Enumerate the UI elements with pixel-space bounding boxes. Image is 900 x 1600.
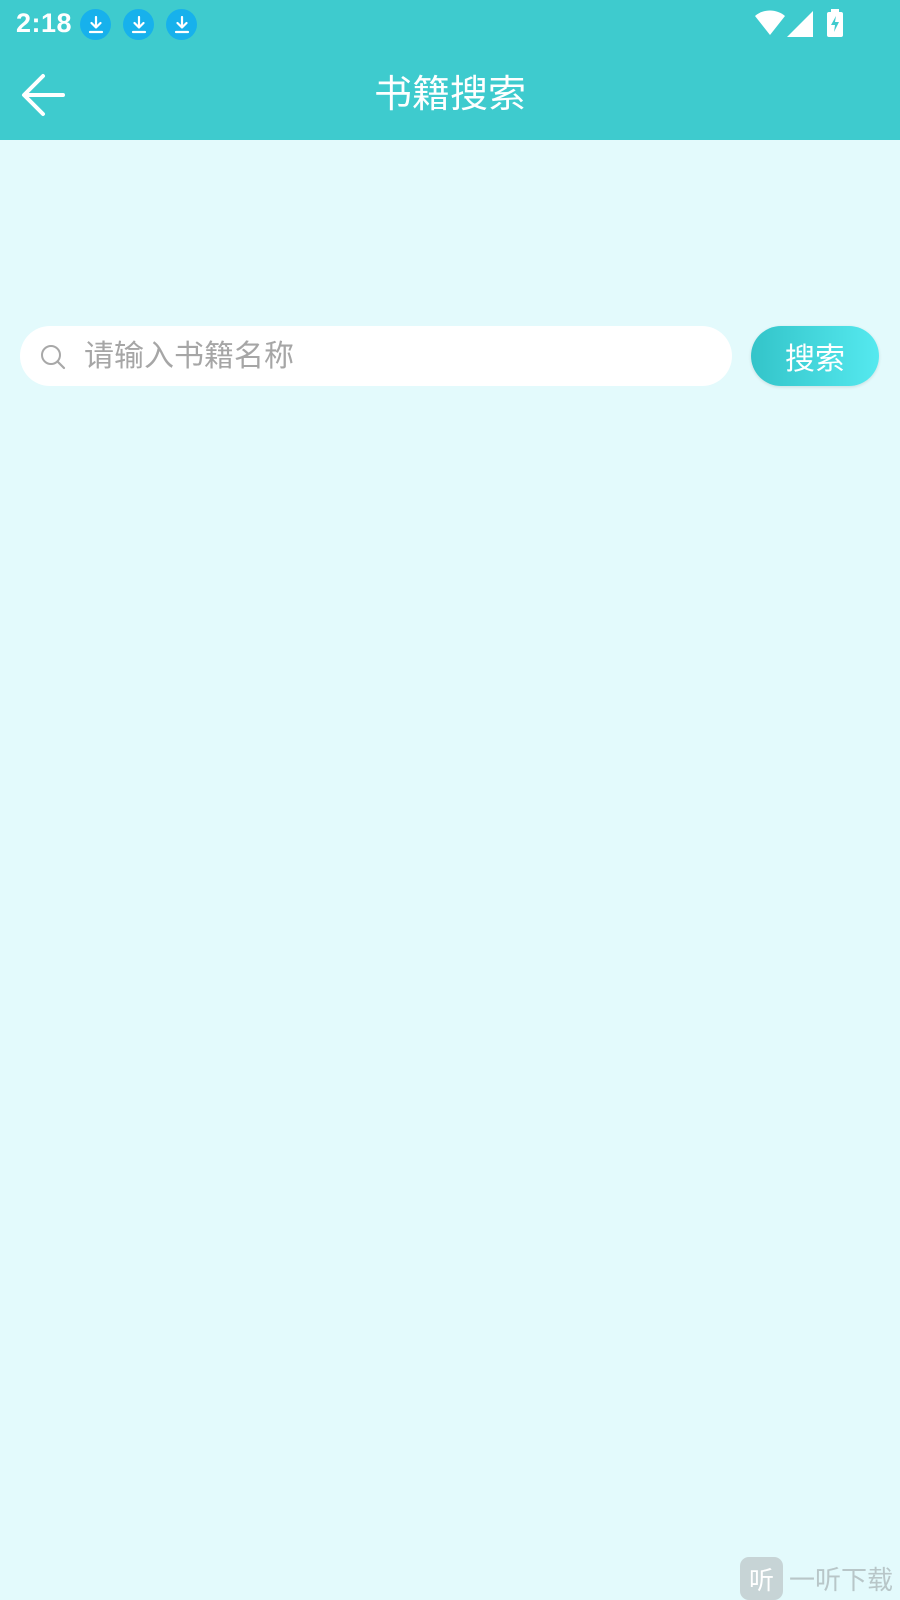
- wifi-icon: [755, 10, 785, 40]
- search-button[interactable]: 搜索: [751, 326, 879, 386]
- watermark: 听 一听下载: [740, 1557, 900, 1600]
- page-title: 书籍搜索: [373, 72, 526, 116]
- search-input[interactable]: [84, 326, 714, 386]
- cell-signal-icon: [787, 11, 813, 41]
- battery-charging-icon: [826, 9, 844, 41]
- download-notification-icon: [123, 9, 154, 40]
- book-search-screen: 2:18 书籍搜索 搜: [0, 0, 900, 1600]
- search-box[interactable]: [20, 326, 732, 386]
- search-icon: [39, 343, 67, 375]
- download-notification-icon: [80, 9, 111, 40]
- status-bar: 2:18: [0, 0, 900, 48]
- status-time: 2:18: [16, 8, 73, 38]
- download-notification-icon: [166, 9, 197, 40]
- watermark-logo: 听: [740, 1557, 783, 1600]
- watermark-text: 一听下载: [789, 1566, 894, 1596]
- app-bar: 书籍搜索: [0, 48, 900, 140]
